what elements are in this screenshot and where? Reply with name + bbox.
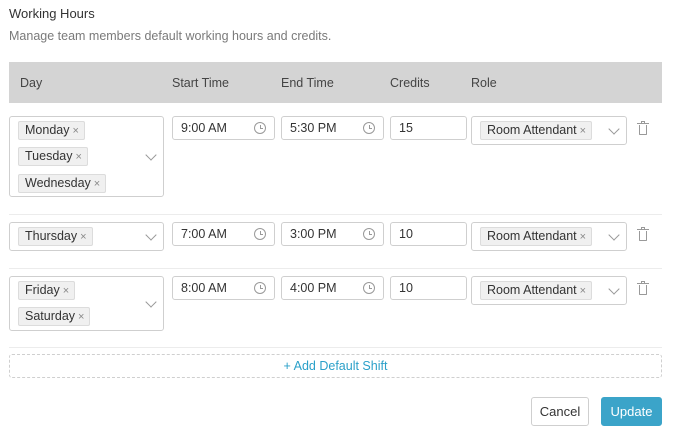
row-divider: [9, 268, 662, 269]
day-multiselect[interactable]: Monday × Tuesday × Wednesday ×: [9, 116, 164, 197]
column-header-end-time: End Time: [281, 76, 334, 90]
credits-input[interactable]: 15: [390, 116, 467, 140]
column-header-day: Day: [20, 76, 43, 90]
chevron-down-icon: [608, 229, 620, 241]
role-tag: Room Attendant ×: [480, 227, 593, 246]
credits-input[interactable]: 10: [390, 222, 467, 246]
trash-icon[interactable]: [637, 281, 649, 295]
chevron-down-icon: [145, 296, 157, 308]
row-divider: [9, 347, 662, 348]
role-select[interactable]: Room Attendant ×: [471, 276, 627, 305]
remove-tag-icon[interactable]: ×: [63, 285, 69, 297]
remove-tag-icon[interactable]: ×: [580, 285, 586, 297]
start-time-input[interactable]: 8:00 AM: [172, 276, 275, 300]
role-tag: Room Attendant ×: [480, 281, 593, 300]
end-time-input[interactable]: 3:00 PM: [281, 222, 384, 246]
role-select[interactable]: Room Attendant ×: [471, 116, 627, 145]
chevron-down-icon: [145, 229, 157, 241]
cancel-button[interactable]: Cancel: [531, 397, 589, 426]
clock-icon: [254, 228, 266, 240]
column-header-credits: Credits: [390, 76, 430, 90]
role-tag: Room Attendant ×: [480, 121, 593, 140]
chevron-down-icon: [608, 283, 620, 295]
remove-tag-icon[interactable]: ×: [72, 125, 78, 137]
day-tag: Friday ×: [18, 281, 76, 300]
day-tag: Wednesday ×: [18, 174, 107, 193]
clock-icon: [363, 122, 375, 134]
column-header-role: Role: [471, 76, 497, 90]
clock-icon: [363, 282, 375, 294]
chevron-down-icon: [608, 123, 620, 135]
clock-icon: [363, 228, 375, 240]
day-tag: Monday ×: [18, 121, 85, 140]
start-time-input[interactable]: 9:00 AM: [172, 116, 275, 140]
page-title: Working Hours: [9, 6, 95, 21]
day-multiselect[interactable]: Friday × Saturday ×: [9, 276, 164, 331]
day-tag: Thursday ×: [18, 227, 93, 246]
day-tag: Saturday ×: [18, 307, 91, 326]
column-header-start-time: Start Time: [172, 76, 229, 90]
start-time-input[interactable]: 7:00 AM: [172, 222, 275, 246]
remove-tag-icon[interactable]: ×: [75, 151, 81, 163]
day-multiselect[interactable]: Thursday ×: [9, 222, 164, 251]
remove-tag-icon[interactable]: ×: [580, 125, 586, 137]
update-button[interactable]: Update: [601, 397, 662, 426]
remove-tag-icon[interactable]: ×: [78, 311, 84, 323]
trash-icon[interactable]: [637, 227, 649, 241]
end-time-input[interactable]: 5:30 PM: [281, 116, 384, 140]
table-header: Day Start Time End Time Credits Role: [9, 62, 662, 103]
end-time-input[interactable]: 4:00 PM: [281, 276, 384, 300]
clock-icon: [254, 122, 266, 134]
add-default-shift-button[interactable]: + Add Default Shift: [9, 354, 662, 378]
role-select[interactable]: Room Attendant ×: [471, 222, 627, 251]
trash-icon[interactable]: [637, 121, 649, 135]
chevron-down-icon: [145, 149, 157, 161]
remove-tag-icon[interactable]: ×: [80, 231, 86, 243]
day-tag: Tuesday ×: [18, 147, 88, 166]
page-subtitle: Manage team members default working hour…: [9, 29, 332, 43]
clock-icon: [254, 282, 266, 294]
remove-tag-icon[interactable]: ×: [94, 178, 100, 190]
credits-input[interactable]: 10: [390, 276, 467, 300]
remove-tag-icon[interactable]: ×: [580, 231, 586, 243]
row-divider: [9, 214, 662, 215]
